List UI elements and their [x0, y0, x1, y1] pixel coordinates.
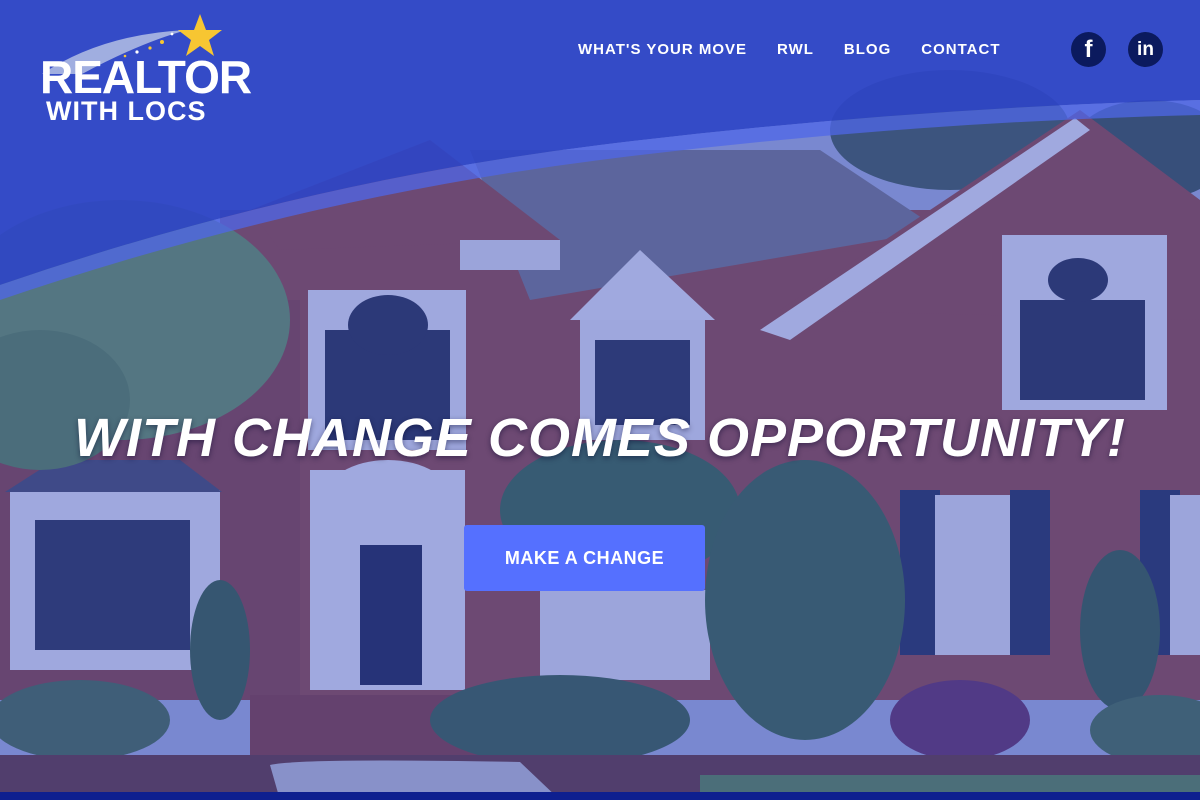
- nav-item-whats-your-move[interactable]: WHAT'S YOUR MOVE: [578, 41, 747, 59]
- brand-name-line1: REALTOR: [40, 51, 252, 103]
- nav-item-contact[interactable]: CONTACT: [921, 41, 1000, 59]
- brand-name-line2: WITH LOCS: [46, 96, 207, 126]
- linkedin-icon[interactable]: in: [1128, 32, 1163, 67]
- nav-item-rwl[interactable]: RWL: [777, 41, 814, 59]
- bottom-strip: [0, 792, 1200, 800]
- nav-item-blog[interactable]: BLOG: [844, 41, 891, 59]
- brand-logo[interactable]: REALTOR WITH LOCS: [22, 12, 252, 126]
- facebook-icon[interactable]: f: [1071, 32, 1106, 67]
- make-a-change-button[interactable]: MAKE A CHANGE: [464, 525, 705, 591]
- main-nav: WHAT'S YOUR MOVE RWL BLOG CONTACT: [578, 41, 1030, 59]
- hero-headline: WITH CHANGE COMES OPPORTUNITY!: [73, 408, 1127, 468]
